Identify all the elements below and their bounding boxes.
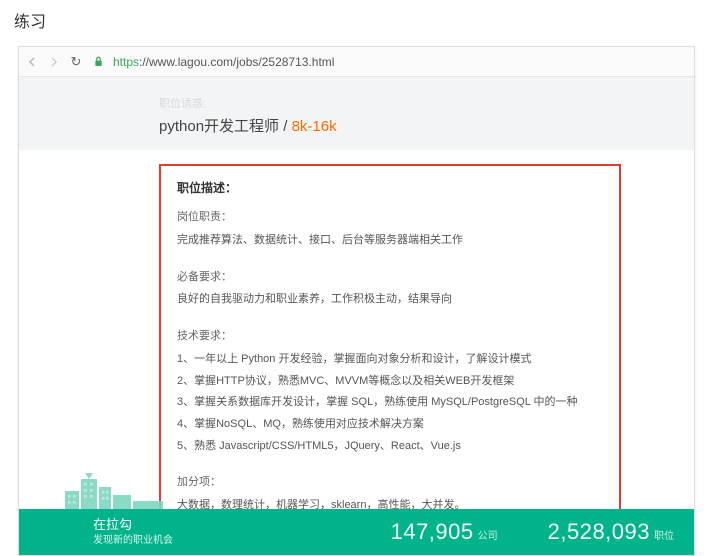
exercise-heading: 练习	[0, 0, 713, 40]
back-icon[interactable]	[25, 55, 39, 69]
job-title-line: python开发工程师 / 8k-16k	[159, 115, 694, 136]
job-description-box: 职位描述： 岗位职责： 完成推荐算法、数据统计、接口、后台等服务器端相关工作 必…	[159, 164, 621, 531]
title-separator: /	[279, 118, 292, 135]
tech-item: 5、熟悉 Javascript/CSS/HTML5，JQuery、React、V…	[177, 437, 603, 456]
city-silhouette-icon	[61, 465, 171, 515]
bonus-label: 加分项：	[177, 473, 603, 492]
forward-icon[interactable]	[47, 55, 61, 69]
tech-req-list: 1、一年以上 Python 开发经验，掌握面向对象分析和设计，了解设计模式 2、…	[177, 350, 603, 455]
tech-item: 2、掌握HTTP协议，熟悉MVC、MVVM等概念以及相关WEB开发框架	[177, 372, 603, 391]
duty-text: 完成推荐算法、数据统计、接口、后台等服务器端相关工作	[177, 231, 603, 250]
stat-jobs-unit: 职位	[654, 527, 674, 542]
footer-banner: 在拉勾 发现新的职业机会 147,905 公司 2,528,093 职位	[19, 509, 694, 555]
stat-companies-num: 147,905	[391, 519, 474, 545]
job-header: 职位诱惑: python开发工程师 / 8k-16k	[19, 77, 694, 150]
tech-item: 3、掌握关系数据库开发设计，掌握 SQL，熟练使用 MySQL/PostgreS…	[177, 393, 603, 412]
header-faint-label: 职位诱惑:	[159, 95, 694, 111]
requirement-text: 良好的自我驱动力和职业素养，工作积极主动，结果导向	[177, 290, 603, 309]
footer-stats: 147,905 公司 2,528,093 职位	[391, 519, 674, 545]
tech-item: 1、一年以上 Python 开发经验，掌握面向对象分析和设计，了解设计模式	[177, 350, 603, 369]
lock-icon	[91, 55, 105, 69]
duty-label: 岗位职责：	[177, 208, 603, 227]
stat-jobs: 2,528,093 职位	[548, 519, 674, 545]
brand-line1: 在拉勾	[93, 517, 173, 534]
tech-req-label: 技术要求：	[177, 327, 603, 346]
address-bar: ↻ https://www.lagou.com/jobs/2528713.htm…	[19, 47, 694, 77]
url-scheme: https	[113, 55, 139, 69]
stat-companies: 147,905 公司	[391, 519, 498, 545]
page-content: 职位诱惑: python开发工程师 / 8k-16k 职位描述： 岗位职责： 完…	[19, 77, 694, 555]
reload-icon[interactable]: ↻	[69, 55, 83, 69]
tech-item: 4、掌握NoSQL、MQ，熟练使用对应技术解决方案	[177, 415, 603, 434]
browser-window: ↻ https://www.lagou.com/jobs/2528713.htm…	[18, 46, 695, 556]
stat-jobs-num: 2,528,093	[548, 519, 650, 545]
requirement-label: 必备要求：	[177, 268, 603, 287]
salary: 8k-16k	[292, 118, 337, 135]
url-path: ://www.lagou.com/jobs/2528713.html	[139, 55, 334, 69]
description-title: 职位描述：	[177, 178, 603, 198]
brand-line2: 发现新的职业机会	[93, 534, 173, 547]
footer-brand: 在拉勾 发现新的职业机会	[93, 517, 173, 547]
stat-companies-unit: 公司	[478, 527, 498, 542]
job-title: python开发工程师	[159, 118, 279, 135]
url-text[interactable]: https://www.lagou.com/jobs/2528713.html	[113, 55, 334, 69]
